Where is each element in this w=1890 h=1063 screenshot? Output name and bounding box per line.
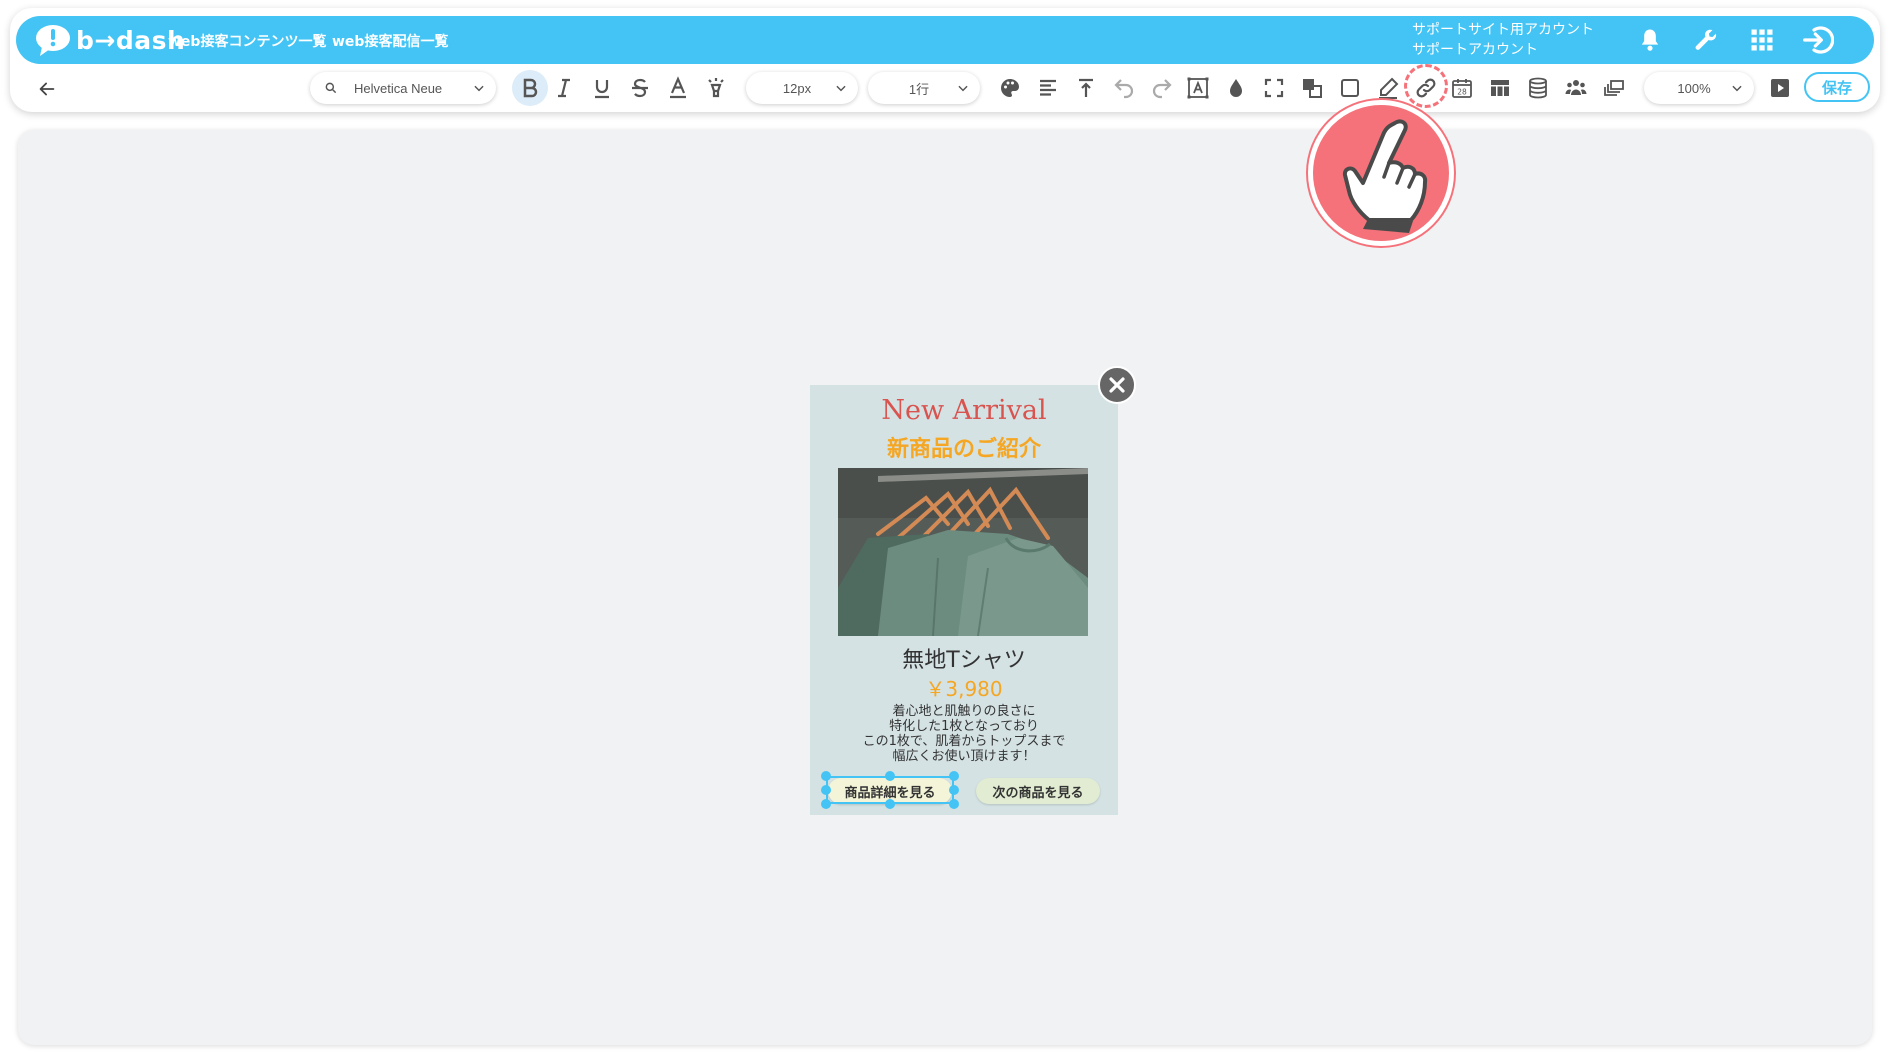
layer-button[interactable]: [1298, 74, 1326, 102]
popup-close-button[interactable]: [1098, 366, 1136, 404]
bell-icon[interactable]: [1636, 26, 1664, 54]
save-button[interactable]: 保存: [1804, 72, 1870, 102]
font-family-select[interactable]: Helvetica Neue: [310, 72, 496, 104]
vertical-align-top-button[interactable]: [1072, 74, 1100, 102]
underline-icon: [595, 80, 609, 99]
chevron-down-icon: [836, 85, 846, 92]
description-line: 着心地と肌触りの良さに: [892, 704, 1036, 719]
zoom-value: 100%: [1677, 80, 1711, 96]
account-line2: サポートアカウント: [1412, 42, 1538, 58]
palette-icon: [1001, 79, 1019, 97]
tshirt-rack-image: [838, 468, 1088, 636]
redo-icon: [1152, 79, 1172, 99]
logout-icon[interactable]: [1802, 24, 1834, 56]
copy-layers-icon: [1604, 80, 1624, 96]
italic-button[interactable]: [550, 74, 578, 102]
copy-layers-button[interactable]: [1600, 74, 1628, 102]
text-box-button[interactable]: [1184, 74, 1212, 102]
database-icon: [1529, 77, 1547, 99]
undo-icon: [1114, 79, 1134, 99]
font-size-select[interactable]: 12px: [746, 72, 858, 104]
description-line: この1枚で、肌着からトップスまで: [862, 734, 1066, 749]
table-button[interactable]: [1486, 74, 1514, 102]
highlight-button[interactable]: [702, 74, 730, 102]
fill-drop-icon: [1230, 79, 1242, 97]
product-name[interactable]: 無地Tシャツ: [810, 642, 1118, 674]
pointer-callout: [1308, 100, 1454, 246]
description-line: 特化した1枚となっており: [889, 719, 1039, 734]
resize-handle[interactable]: [949, 799, 959, 809]
account-info[interactable]: サポートサイト用アカウント サポートアカウント: [1412, 20, 1594, 60]
strikethrough-button[interactable]: [626, 74, 654, 102]
close-icon: [1109, 377, 1125, 393]
nav-web-content-list[interactable]: web接客コンテンツ一覧: [168, 31, 326, 51]
users-button[interactable]: [1562, 74, 1590, 102]
calendar-button[interactable]: 28: [1448, 74, 1476, 102]
preview-button[interactable]: [1766, 74, 1794, 102]
font-family-value: Helvetica Neue: [354, 80, 443, 96]
font-color-button[interactable]: [664, 74, 692, 102]
chevron-down-icon: [958, 85, 968, 92]
font-color-icon: [670, 76, 686, 99]
fullscreen-icon: [1264, 78, 1284, 98]
popup-title-ja[interactable]: 新商品のご紹介: [810, 431, 1118, 463]
pen-button[interactable]: [1374, 74, 1402, 102]
layer-icon: [1303, 79, 1322, 98]
product-image[interactable]: [838, 468, 1088, 636]
preview-play-icon: [1771, 79, 1789, 97]
top-navigation-bar: b→dash web接客コンテンツ一覧 web接客配信一覧 サポートサイト用アカ…: [16, 16, 1874, 64]
database-button[interactable]: [1524, 74, 1552, 102]
text-box-icon: [1187, 77, 1209, 99]
fill-button[interactable]: [1222, 74, 1250, 102]
align-left-button[interactable]: [1034, 74, 1062, 102]
account-line1: サポートサイト用アカウント: [1412, 22, 1594, 38]
strikethrough-icon: [632, 78, 648, 98]
vertical-align-top-icon: [1079, 78, 1093, 97]
resize-handle[interactable]: [949, 771, 959, 781]
link-icon-highlight: [1404, 64, 1448, 108]
description-line: 幅広くお使い頂けます！: [892, 749, 1036, 764]
pen-icon: [1379, 77, 1399, 99]
redo-button[interactable]: [1148, 74, 1176, 102]
resize-handle[interactable]: [821, 771, 831, 781]
chevron-down-icon: [474, 85, 484, 92]
zoom-select[interactable]: 100%: [1644, 72, 1754, 104]
nav-web-delivery-list[interactable]: web接客配信一覧: [332, 31, 448, 51]
font-size-value: 12px: [782, 80, 812, 96]
resize-handle[interactable]: [821, 785, 831, 795]
resize-handle[interactable]: [885, 799, 895, 809]
fullscreen-button[interactable]: [1260, 74, 1288, 102]
undo-button[interactable]: [1110, 74, 1138, 102]
back-arrow-icon[interactable]: [36, 78, 58, 100]
underline-button[interactable]: [588, 74, 616, 102]
users-icon: [1565, 80, 1587, 95]
wrench-icon[interactable]: [1692, 26, 1720, 54]
line-height-select[interactable]: 1行: [868, 72, 980, 104]
border-icon: [1341, 79, 1359, 97]
highlight-icon: [708, 78, 724, 98]
logo[interactable]: b→dash: [34, 22, 185, 58]
palette-button[interactable]: [996, 74, 1024, 102]
next-product-button[interactable]: 次の商品を見る: [976, 778, 1100, 804]
calendar-day: 28: [1457, 88, 1467, 97]
align-left-icon: [1040, 79, 1056, 96]
pointing-hand-icon: [1342, 119, 1428, 233]
chevron-down-icon: [1732, 85, 1742, 92]
product-price[interactable]: ￥3,980: [810, 673, 1118, 702]
italic-icon: [558, 78, 570, 98]
resize-handle[interactable]: [821, 799, 831, 809]
line-height-value: 1行: [908, 81, 930, 97]
logo-bubble-icon: [36, 25, 70, 56]
resize-handle[interactable]: [885, 771, 895, 781]
bold-icon: [523, 78, 538, 98]
popup-title-en[interactable]: New Arrival: [810, 395, 1118, 426]
resize-handle[interactable]: [949, 785, 959, 795]
search-icon: [325, 82, 337, 94]
calendar-icon: 28: [1452, 79, 1472, 98]
product-description[interactable]: 着心地と肌触りの良さに 特化した1枚となっており この1枚で、肌着からトップスま…: [810, 704, 1118, 764]
border-button[interactable]: [1336, 74, 1364, 102]
apps-grid-icon[interactable]: [1748, 26, 1776, 54]
table-icon: [1491, 80, 1509, 96]
bold-button[interactable]: [512, 70, 548, 106]
